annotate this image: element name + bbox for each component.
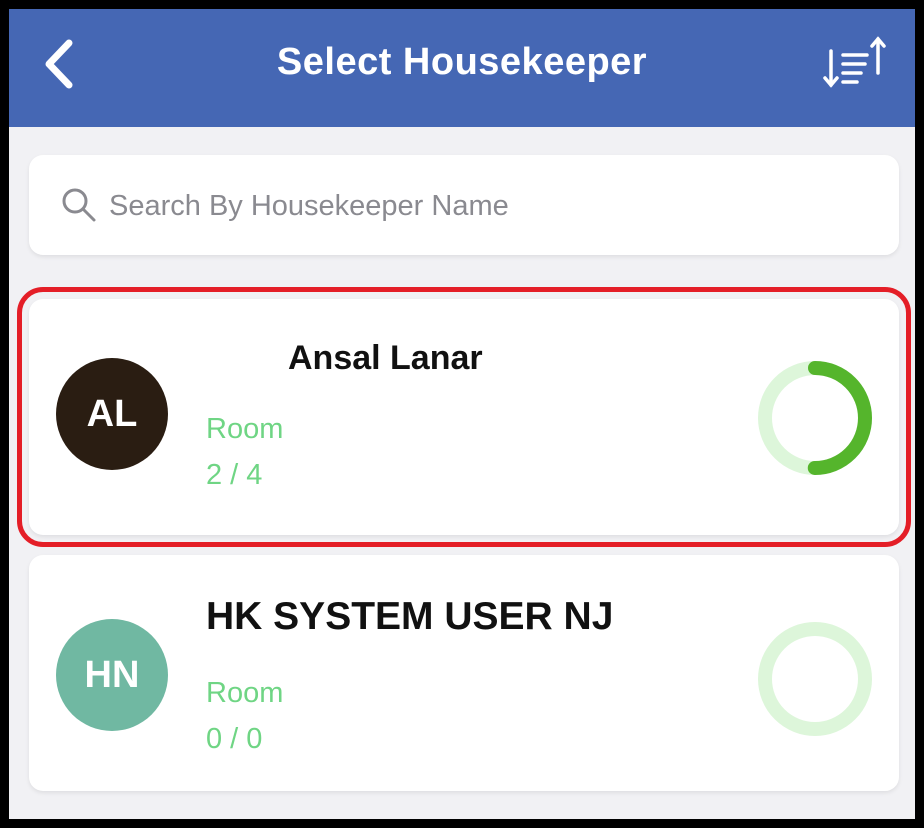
- search-bar: [29, 155, 899, 255]
- avatar: AL: [56, 358, 168, 470]
- housekeeper-card-ansal-lanar[interactable]: AL Ansal Lanar Room 2 / 4: [17, 287, 911, 547]
- room-label: Room: [206, 677, 284, 709]
- room-count: 2 / 4: [206, 459, 263, 491]
- progress-ring: [758, 361, 872, 475]
- housekeeper-name: HK SYSTEM USER NJ: [206, 595, 614, 638]
- search-icon: [62, 188, 96, 222]
- search-input[interactable]: [107, 181, 871, 231]
- page-title: Select Housekeeper: [276, 41, 648, 83]
- sort-icon: [823, 36, 886, 88]
- housekeeper-name: Ansal Lanar: [288, 339, 483, 377]
- room-label: Room: [206, 413, 284, 445]
- room-count: 0 / 0: [206, 723, 263, 755]
- nav-bar: Select Housekeeper: [9, 9, 915, 127]
- sort-button[interactable]: [823, 33, 889, 93]
- housekeeper-card-hk-system-user-nj[interactable]: HN HK SYSTEM USER NJ Room 0 / 0: [29, 555, 899, 791]
- progress-ring: [758, 622, 872, 736]
- app-screen: Select Housekeeper AL: [9, 9, 915, 819]
- progress-track: [758, 622, 872, 736]
- avatar: HN: [56, 619, 168, 731]
